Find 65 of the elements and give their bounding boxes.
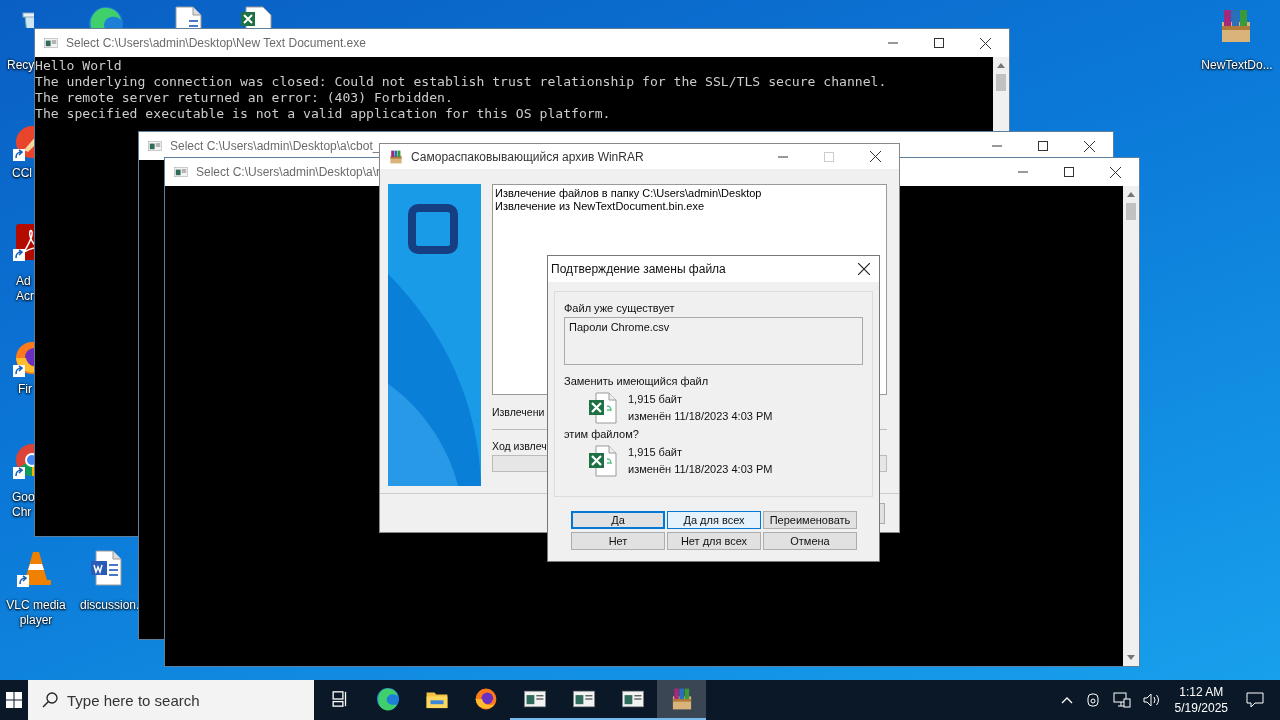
browser-icon [374,686,401,712]
field-label: Файл уже существует [564,301,676,315]
window-title: Select C:\Users\admin\Desktop\a\r [196,165,382,179]
icon-label[interactable]: VLC media player [0,598,72,628]
device-icon[interactable] [1084,692,1101,708]
scroll-down-icon[interactable] [1127,655,1135,660]
icon-label[interactable]: Recy [7,58,35,73]
volume-icon[interactable] [1142,692,1161,708]
scroll-up-icon[interactable] [997,63,1005,68]
notification-icon[interactable] [1246,692,1264,708]
question-text: Заменить имеющийся файл [564,374,710,388]
clock-time[interactable]: 1:12 AM [1179,684,1224,700]
console-line: Hello World [35,58,123,74]
console-line: The specified executable is not a valid application for this OS platform. [35,106,612,122]
status-label: Извлечени [492,406,545,418]
question-text: этим файлом? [564,427,640,441]
window-title: Самораспаковывающийся архив WinRAR [411,149,645,164]
console-icon [43,35,59,51]
maximize-icon[interactable] [934,38,944,48]
console-line: The remote server returned an error: (403) Forbidden. [35,90,454,106]
icon-label[interactable]: Ad Acr [16,274,34,304]
file-size: 1,915 байт [628,392,683,407]
spreadsheet-file-icon [588,392,618,424]
dialog-title: Подтверждение замены файла [551,262,726,276]
maximize-icon[interactable] [1038,141,1048,151]
scrollbar-thumb[interactable] [1126,203,1136,220]
search-icon [42,692,58,708]
close-icon[interactable] [858,263,870,275]
icon-label[interactable]: discussion. [80,598,140,613]
file-size: 1,915 байт [628,445,683,460]
dialog-button[interactable]: Нет [571,532,665,550]
console-icon [147,138,163,154]
file-date: изменён 11/18/2023 4:03 PM [628,409,773,424]
maximize-icon[interactable] [1064,167,1074,177]
window-title: Select C:\Users\admin\Desktop\New Text Document.exe [66,36,367,50]
dialog-button[interactable]: Нет для всех [667,532,761,550]
window-title: Select C:\Users\admin\Desktop\a\cbot_ [170,139,381,153]
file-date: изменён 11/18/2023 4:03 PM [628,462,773,477]
archive-icon [388,148,404,165]
scroll-up-icon[interactable] [1127,192,1135,197]
log-line: Извлечение файлов в папку C:\Users\admin\Desktop [495,187,763,200]
start-icon[interactable] [6,692,22,708]
close-icon[interactable] [1110,166,1121,178]
search-field[interactable]: Type here to search [28,680,314,720]
scrollbar-thumb[interactable] [996,74,1006,91]
dialog-button[interactable]: Да для всех [667,511,761,529]
icon-label[interactable]: CCl [12,166,32,181]
log-line: Извлечение из NewTextDocument.bin.exe [495,200,706,213]
progress-label: Ход извлеч [492,440,547,452]
icon-label[interactable]: Goo Chr [12,490,35,520]
icon-label[interactable]: NewTextDo... [1196,58,1278,73]
dialog-button[interactable]: Отмена [763,532,857,550]
file-name-box: Пароли Chrome.csv [564,317,863,365]
close-icon[interactable] [1084,140,1095,152]
close-icon[interactable] [980,37,991,49]
chevron-icon[interactable] [1060,696,1073,704]
console-icon [173,164,189,180]
network-icon[interactable] [1112,692,1131,708]
spreadsheet-file-icon [588,445,618,477]
dialog-button[interactable]: Да [571,511,665,529]
close-icon[interactable] [870,151,881,162]
console-line: The underlying connection was closed: Could not establish trust relationship for the SSL/TLS secure channel. [35,74,888,90]
icon-label[interactable]: Fir [18,382,32,397]
dialog-button[interactable]: Переименовать [763,511,857,529]
clock-date[interactable]: 5/19/2025 [1174,700,1228,716]
